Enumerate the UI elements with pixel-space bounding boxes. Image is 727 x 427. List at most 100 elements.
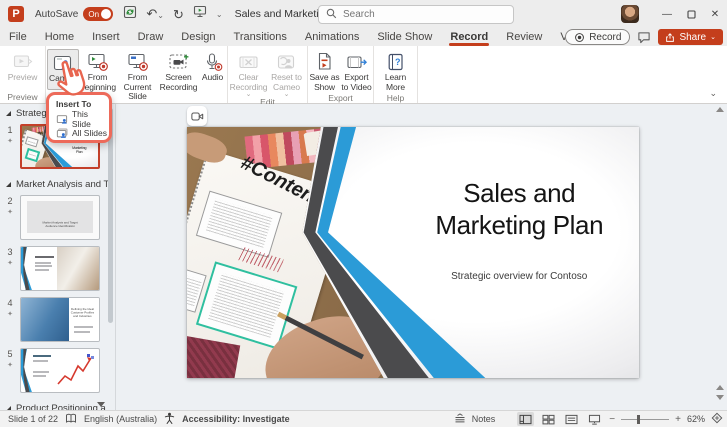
zoom-out-button[interactable]: − [609,414,615,425]
export-to-video-icon [346,51,368,73]
record-button[interactable]: Record [565,29,630,45]
tab-animations[interactable]: Animations [296,28,368,46]
powerpoint-window: P AutoSave On ↶⌄ ↻ ⌄ Sales and Marketing… [0,0,727,427]
zoom-slider-thumb[interactable] [637,415,640,424]
hand-cursor [53,58,87,105]
transition-star-icon: ✦ [7,259,13,267]
spell-check-icon[interactable] [65,413,77,426]
slide-number: 2 [7,196,12,206]
slide-title-line2: Marketing Plan [422,209,616,241]
slide-indicator[interactable]: Slide 1 of 22 [8,414,58,424]
normal-view-button[interactable] [517,412,534,426]
collapse-ribbon-chevron[interactable]: ⌄ [709,88,717,99]
slide-4-thumbnail[interactable]: Defining the Ideal Customer Profiles and… [20,297,100,342]
notes-icon [454,413,466,426]
slide-5-row[interactable]: 5✦ [0,348,115,393]
save-as-show-button[interactable]: Save as Show [309,49,341,92]
slide-sorter-view-button[interactable] [540,412,557,426]
screen-recording-button[interactable]: Screen Recording [159,49,199,92]
slide-4-row[interactable]: 4✦ Defining the Ideal Customer Profiles … [0,297,115,342]
group-preview: Preview Preview [0,46,46,103]
search-bar[interactable] [318,5,514,24]
menu-item-this-slide[interactable]: This Slide [56,112,109,126]
search-input[interactable] [343,9,493,20]
tab-slide-show[interactable]: Slide Show [368,28,441,46]
search-icon [326,6,337,24]
learn-more-button[interactable]: ? Learn More [380,49,412,92]
menu-item-all-slides[interactable]: All Slides [56,126,109,140]
reading-view-button[interactable] [563,412,580,426]
tab-home[interactable]: Home [36,28,83,46]
slide-number: 4 [7,298,12,308]
tabrow-actions: Record Share ⌄ [565,29,723,45]
learn-more-icon: ? [387,51,405,73]
tab-design[interactable]: Design [172,28,224,46]
panel-scroll-down-icon[interactable] [97,402,105,407]
restore-button[interactable] [679,0,703,28]
notes-button[interactable]: Notes [472,414,496,424]
comments-button[interactable] [637,31,651,44]
minimize-button[interactable]: — [655,0,679,28]
share-button[interactable]: Share ⌄ [658,29,723,45]
previous-slide-button[interactable] [716,385,724,390]
tab-record[interactable]: Record [441,28,497,46]
record-dot-icon [574,32,585,43]
titlebar-right: — ✕ [621,0,727,28]
slide-number: 5 [7,349,12,359]
group-edit: Clear Recording ⌄ Reset to Cameo ⌄ Edit [228,46,308,103]
accessibility-icon [164,412,175,426]
tab-insert[interactable]: Insert [83,28,129,46]
tab-transitions[interactable]: Transitions [225,28,296,46]
section-expand-icon [6,111,11,116]
user-avatar[interactable] [621,5,639,23]
reset-to-cameo-icon [276,51,297,73]
reset-to-cameo-button[interactable]: Reset to Cameo ⌄ [268,49,306,97]
tab-review[interactable]: Review [497,28,551,46]
status-bar: Slide 1 of 22 English (Australia) Access… [0,410,727,427]
qat-overflow-chevron[interactable]: ⌄ [216,10,223,19]
slide-3-thumbnail[interactable] [20,246,100,291]
tab-draw[interactable]: Draw [129,28,173,46]
tab-file[interactable]: File [0,28,36,46]
clear-recording-button[interactable]: Clear Recording ⌄ [230,49,268,97]
undo-button[interactable]: ↶⌄ [146,5,164,23]
save-icon[interactable] [123,5,137,24]
canvas-scroll-up-icon[interactable] [716,107,724,112]
accessibility-status[interactable]: Accessibility: Investigate [182,414,290,424]
fit-slide-button[interactable] [711,412,723,426]
autosave-state: On [88,10,99,19]
zoom-slider[interactable] [621,419,669,420]
from-current-slide-icon [127,51,149,73]
powerpoint-app-icon[interactable]: P [8,6,24,22]
from-current-slide-button[interactable]: From Current Slide [117,49,159,102]
slideshow-from-start-icon[interactable] [193,5,207,23]
slide-2-row[interactable]: 2 ✦ Market Analysis and Target Audience I… [0,195,115,240]
slide-2-thumbnail[interactable]: Market Analysis and Target Audience Iden… [20,195,100,240]
workspace: Strategic S 1✦ #Content Sales andMarketi… [0,104,727,410]
audio-button[interactable]: Audio [199,49,227,83]
close-button[interactable]: ✕ [703,0,727,28]
slide-show-view-button[interactable] [586,412,603,426]
language-indicator[interactable]: English (Australia) [84,414,157,424]
from-beginning-icon [87,51,109,73]
camera-icon [191,111,204,122]
autosave-toggle[interactable]: On [83,7,113,21]
toggle-knob [101,9,111,19]
zoom-level[interactable]: 62% [687,414,705,424]
slide-4-title: Defining the Ideal Customer Profiles and… [70,308,96,318]
slide-5-thumbnail[interactable] [20,348,100,393]
slide-title-block[interactable]: Sales and Marketing Plan Strategic overv… [422,177,616,282]
slide-3-row[interactable]: 3✦ [0,246,115,291]
next-slide-button[interactable] [716,395,724,400]
audio-icon [203,51,223,73]
slide-editor[interactable]: #Content Sales and Marketing Plan Strate… [187,127,639,378]
svg-text:?: ? [395,57,401,67]
section-market-analysis[interactable]: Market Analysis and T... [0,175,115,192]
preview-button[interactable]: Preview [4,49,42,83]
export-to-video-button[interactable]: Export to Video [341,49,373,92]
zoom-in-button[interactable]: + [675,414,681,425]
redo-button[interactable]: ↻ [173,8,184,21]
slide-canvas-area: #Content Sales and Marketing Plan Strate… [116,104,727,410]
transition-star-icon: ✦ [7,208,13,216]
cameo-camera-button[interactable] [187,106,207,126]
